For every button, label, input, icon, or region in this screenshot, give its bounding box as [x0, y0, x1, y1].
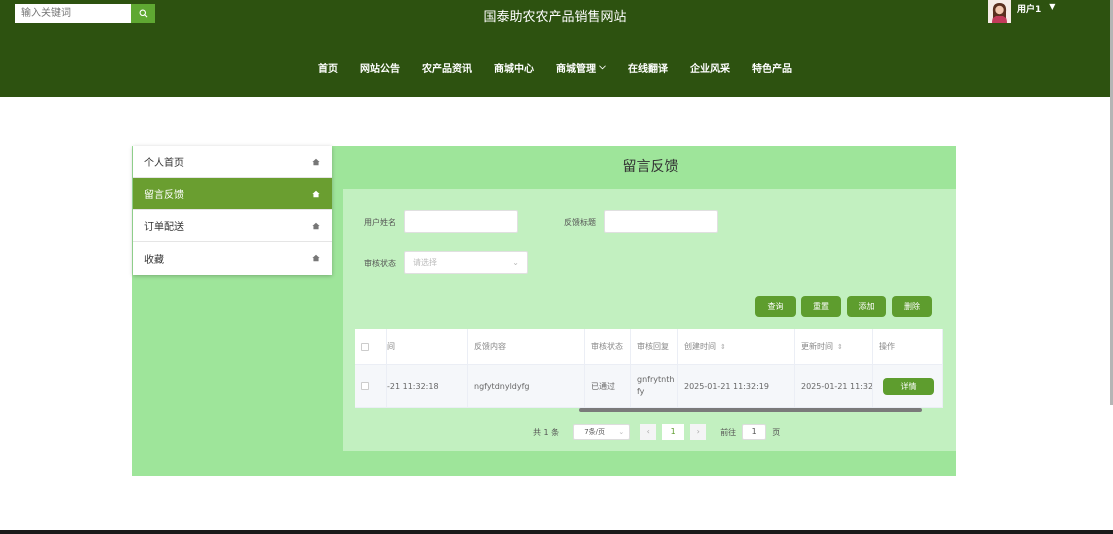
page-size-value: 7条/页	[584, 428, 605, 436]
home-icon	[312, 222, 320, 229]
reply-line: gnfrytnth	[637, 375, 675, 384]
cell-time: -21 11:32:18	[387, 365, 468, 408]
user-name[interactable]: 用户1	[1017, 2, 1041, 15]
row-checkbox[interactable]	[361, 382, 369, 390]
nav-item-label: 商城管理	[556, 64, 596, 75]
feedback-title-label: 反馈标题	[564, 218, 596, 227]
nav-item-home[interactable]: 首页	[307, 60, 349, 75]
nav-item-mall[interactable]: 商城中心	[483, 60, 545, 75]
select-all-cell	[355, 329, 387, 365]
column-header: 审核回复	[631, 329, 678, 365]
row-select-cell	[355, 365, 387, 408]
page-size-select[interactable]: 7条/页 ⌄	[573, 424, 631, 440]
column-header: 反馈内容	[468, 329, 585, 365]
caret-down-icon[interactable]: ▼	[1049, 2, 1055, 11]
home-icon	[312, 190, 320, 197]
column-header: 间	[387, 329, 468, 365]
goto-page-input[interactable]: 1	[742, 424, 767, 440]
side-menu-label: 留言反馈	[144, 190, 184, 201]
nav-item-translate[interactable]: 在线翻译	[617, 60, 679, 75]
side-menu-item-favorites[interactable]: 收藏	[133, 242, 332, 274]
sort-icon[interactable]: ⇕	[837, 343, 843, 351]
page: 国泰助农农产品销售网站 用户1 ▼ 首页 网站公告 农产品资讯 商城中心 商城管…	[0, 0, 1113, 534]
chevron-down-icon: ⌄	[512, 258, 519, 267]
detail-button[interactable]: 详情	[883, 377, 934, 395]
nav-item-news[interactable]: 农产品资讯	[411, 60, 483, 75]
side-menu-label: 收藏	[144, 254, 164, 266]
page-title: 留言反馈	[622, 159, 679, 175]
add-button[interactable]: 添加	[847, 296, 886, 317]
cell-reply: gnfrytnth fy	[631, 365, 678, 408]
table-horizontal-scrollbar[interactable]	[579, 408, 922, 412]
review-status-label: 审核状态	[364, 259, 396, 268]
review-status-select[interactable]: 请选择 ⌄	[404, 251, 528, 274]
column-header-sortable[interactable]: 更新时间 ⇕	[795, 329, 873, 365]
side-menu-item-delivery[interactable]: 订单配送	[133, 210, 332, 242]
bottom-bar	[0, 530, 1113, 534]
column-header-sortable[interactable]: 创建时间 ⇕	[678, 329, 795, 365]
side-menu: 个人首页 留言反馈 订单配送 收藏	[133, 146, 332, 275]
side-menu-label: 订单配送	[144, 222, 184, 233]
avatar-image	[988, 0, 1011, 23]
prev-page-button[interactable]: ‹	[640, 424, 657, 440]
feedback-table: 间 反馈内容 审核状态 审核回复 创建时间 ⇕ 更新时间 ⇕ 操作 -21 11:3…	[355, 329, 943, 408]
reset-button[interactable]: 重置	[801, 296, 841, 317]
review-status-placeholder: 请选择	[413, 258, 437, 267]
table-header: 间 反馈内容 审核状态 审核回复 创建时间 ⇕ 更新时间 ⇕ 操作	[355, 329, 943, 365]
feedback-title-field[interactable]	[604, 210, 718, 233]
column-header-label: 更新时间	[801, 342, 833, 351]
reply-line: fy	[637, 387, 645, 396]
main-nav: 首页 网站公告 农产品资讯 商城中心 商城管理 在线翻译 企业风采 特色产品	[0, 60, 1110, 75]
nav-item-announcements[interactable]: 网站公告	[349, 60, 411, 75]
cell-status: 已通过	[585, 365, 631, 408]
select-all-checkbox[interactable]	[361, 342, 369, 351]
nav-item-company[interactable]: 企业风采	[679, 60, 741, 75]
column-header: 操作	[873, 329, 943, 365]
site-title: 国泰助农农产品销售网站	[483, 10, 627, 25]
user-name-label: 用户姓名	[364, 218, 396, 227]
user-menu[interactable]: 用户1 ▼	[988, 0, 1055, 23]
chevron-down-icon: ⌄	[618, 428, 625, 436]
pagination: 共 1 条 7条/页 ⌄ ‹ 1 › 前往 1 页	[533, 424, 780, 440]
side-menu-item-profile[interactable]: 个人首页	[133, 146, 332, 178]
side-menu-item-feedback[interactable]: 留言反馈	[133, 178, 332, 210]
nav-item-mall-management[interactable]: 商城管理	[545, 60, 617, 75]
chevron-down-icon	[599, 65, 606, 70]
page-number-current[interactable]: 1	[662, 424, 685, 440]
query-button[interactable]: 查询	[755, 296, 796, 317]
cell-updated: 2025-01-21 11:32:57	[795, 365, 873, 408]
cell-created: 2025-01-21 11:32:19	[678, 365, 795, 408]
pagination-total: 共 1 条	[533, 427, 560, 437]
column-header-label: 创建时间	[684, 342, 716, 351]
site-header: 国泰助农农产品销售网站 用户1 ▼ 首页 网站公告 农产品资讯 商城中心 商城管…	[0, 0, 1110, 97]
sort-icon[interactable]: ⇕	[720, 343, 726, 351]
nav-item-featured[interactable]: 特色产品	[741, 60, 803, 75]
cell-content: ngfytdnyldyfg	[468, 365, 585, 408]
column-header: 审核状态	[585, 329, 631, 365]
table-row: -21 11:32:18 ngfytdnyldyfg 已通过 gnfrytnth…	[355, 365, 943, 408]
avatar[interactable]	[988, 0, 1011, 23]
home-icon	[312, 254, 320, 262]
cell-actions: 详情	[873, 365, 943, 408]
home-icon	[312, 158, 320, 165]
next-page-button[interactable]: ›	[690, 424, 707, 440]
goto-label: 前往	[720, 427, 737, 437]
delete-button[interactable]: 删除	[892, 296, 932, 317]
page-suffix: 页	[772, 427, 781, 437]
user-name-field[interactable]	[404, 210, 518, 233]
side-menu-label: 个人首页	[144, 158, 184, 169]
